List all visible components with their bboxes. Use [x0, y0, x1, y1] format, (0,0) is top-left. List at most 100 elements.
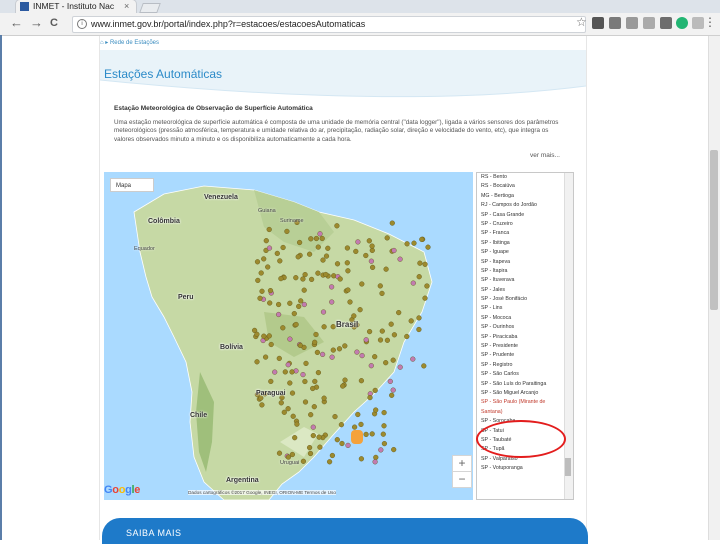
station-list-item[interactable]: SP - Votuporanga — [477, 464, 573, 473]
breadcrumb[interactable]: ⌂ ▸ Rede de Estações — [100, 39, 159, 46]
station-pin-icon[interactable] — [308, 236, 314, 242]
station-pin-icon[interactable] — [287, 300, 293, 306]
station-pin-icon[interactable] — [424, 283, 430, 289]
station-pin-icon[interactable] — [372, 459, 378, 465]
station-pin-icon[interactable] — [381, 410, 387, 416]
station-pin-icon[interactable] — [287, 380, 293, 386]
station-pin-icon[interactable] — [268, 341, 274, 348]
station-pin-icon[interactable] — [416, 326, 422, 333]
station-pin-icon[interactable] — [345, 268, 351, 274]
station-pin-icon[interactable] — [372, 354, 378, 360]
station-pin-icon[interactable] — [300, 372, 306, 378]
station-pin-icon[interactable] — [257, 295, 263, 301]
station-pin-icon[interactable] — [358, 456, 365, 462]
station-pin-icon[interactable] — [363, 252, 369, 259]
station-list-item[interactable]: SP - Iguape — [477, 248, 573, 257]
station-pin-icon[interactable] — [268, 378, 274, 385]
page-scroll-thumb[interactable] — [710, 150, 718, 310]
station-pin-icon[interactable] — [303, 360, 309, 367]
station-pin-icon[interactable] — [397, 364, 403, 370]
station-pin-icon[interactable] — [334, 261, 341, 267]
station-list-item[interactable]: RS - Bocaiúva — [477, 182, 573, 191]
station-pin-icon[interactable] — [312, 339, 318, 345]
station-pin-icon[interactable] — [389, 220, 395, 226]
station-pin-icon[interactable] — [319, 235, 325, 242]
station-pin-icon[interactable] — [331, 273, 337, 279]
station-pin-icon[interactable] — [389, 392, 395, 398]
station-pin-icon[interactable] — [254, 259, 261, 265]
station-pin-icon[interactable] — [315, 370, 322, 376]
station-pin-icon[interactable] — [320, 257, 326, 263]
station-pin-icon[interactable] — [289, 390, 296, 396]
station-pin-icon[interactable] — [422, 261, 428, 267]
station-pin-icon[interactable] — [421, 363, 427, 369]
station-pin-icon[interactable] — [309, 276, 315, 283]
station-pin-icon[interactable] — [377, 337, 384, 343]
station-pin-icon[interactable] — [342, 343, 348, 349]
station-pin-icon[interactable] — [325, 245, 331, 251]
station-pin-icon[interactable] — [259, 288, 265, 294]
station-pin-icon[interactable] — [315, 244, 321, 250]
station-pin-icon[interactable] — [297, 239, 303, 246]
station-list-item[interactable]: RS - Bento — [477, 173, 573, 182]
map-attribution[interactable]: Dados cartográficos ©2017 Google, INEGI,… — [188, 490, 336, 495]
station-pin-icon[interactable] — [369, 243, 375, 249]
station-pin-icon[interactable] — [404, 333, 410, 340]
station-pin-icon[interactable] — [390, 357, 396, 363]
station-pin-icon[interactable] — [404, 241, 410, 247]
station-pin-icon[interactable] — [263, 238, 269, 244]
station-pin-icon[interactable] — [301, 287, 307, 293]
station-pin-icon[interactable] — [274, 250, 280, 257]
station-pin-icon[interactable] — [372, 387, 378, 394]
station-pin-icon[interactable] — [287, 336, 293, 342]
station-pin-icon[interactable] — [282, 369, 288, 375]
station-pin-icon[interactable] — [397, 256, 403, 262]
station-pin-icon[interactable] — [266, 333, 272, 339]
station-pin-icon[interactable] — [359, 353, 365, 359]
station-pin-icon[interactable] — [300, 458, 307, 464]
station-pin-icon[interactable] — [297, 342, 303, 349]
station-pin-icon[interactable] — [276, 355, 282, 362]
station-pin-icon[interactable] — [310, 433, 316, 439]
station-pin-icon[interactable] — [344, 260, 350, 266]
address-bar[interactable]: i www.inmet.gov.br/portal/index.php?r=es… — [72, 16, 586, 33]
station-list-item[interactable]: SP - Prudente — [477, 351, 573, 360]
forward-icon[interactable]: → — [30, 16, 43, 30]
station-pin-icon[interactable] — [329, 452, 336, 459]
reload-icon[interactable]: C — [50, 16, 58, 30]
station-pin-icon[interactable] — [277, 258, 283, 264]
station-pin-icon[interactable] — [330, 324, 336, 330]
extension-icon[interactable] — [660, 17, 672, 29]
station-pin-icon[interactable] — [307, 251, 313, 257]
station-pin-icon[interactable] — [259, 402, 265, 408]
info-icon[interactable]: i — [77, 19, 87, 29]
station-pin-icon[interactable] — [312, 378, 318, 385]
station-pin-icon[interactable] — [370, 264, 376, 271]
station-pin-icon[interactable] — [338, 422, 345, 428]
station-pin-icon[interactable] — [379, 290, 385, 297]
station-pin-icon[interactable] — [345, 442, 351, 449]
station-pin-icon[interactable] — [314, 349, 321, 356]
station-pin-icon[interactable] — [316, 434, 322, 440]
station-pin-icon[interactable] — [310, 424, 316, 430]
station-pin-icon[interactable] — [255, 277, 261, 284]
station-pin-icon[interactable] — [410, 356, 416, 362]
station-pin-icon[interactable] — [355, 411, 361, 418]
station-list-item[interactable]: SP - São Luís do Paraitinga — [477, 380, 573, 389]
station-pin-icon[interactable] — [355, 239, 361, 245]
station-pin-icon[interactable] — [368, 363, 374, 369]
station-pin-icon[interactable] — [416, 274, 422, 280]
station-pin-icon[interactable] — [294, 421, 300, 427]
station-pin-icon[interactable] — [339, 440, 345, 447]
extension-icon[interactable] — [626, 17, 638, 29]
station-pin-icon[interactable] — [266, 226, 272, 233]
station-pin-icon[interactable] — [416, 315, 422, 321]
station-pin-icon[interactable] — [352, 424, 358, 430]
station-pin-icon[interactable] — [292, 435, 298, 441]
station-pin-icon[interactable] — [276, 301, 282, 308]
menu-icon[interactable]: ⋮ — [704, 15, 716, 29]
station-list-item[interactable]: SP - Ourinhos — [477, 323, 573, 332]
extension-icon[interactable] — [609, 17, 621, 29]
station-pin-icon[interactable] — [425, 244, 431, 250]
station-list-scrollbar[interactable] — [564, 173, 573, 499]
